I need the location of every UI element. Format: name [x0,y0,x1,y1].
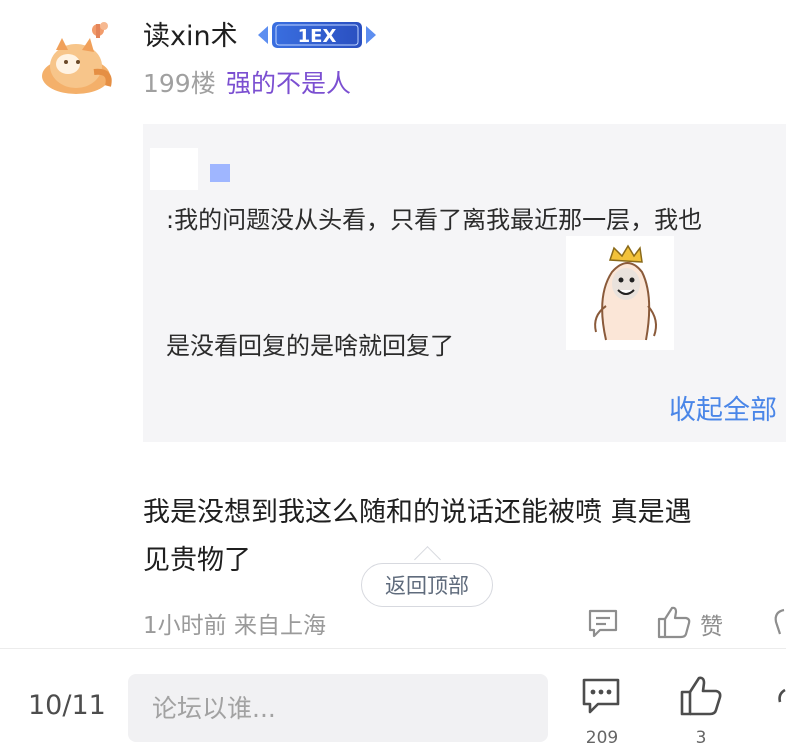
comments-icon[interactable] [580,676,622,716]
quoted-text-line-1: :我的问题没从头看，只看了离我最近那一层，我也 [166,206,703,234]
back-to-top-button[interactable]: 返回顶部 [361,563,493,607]
bottom-thumbs-up-icon[interactable] [678,674,724,718]
meme-sticker-image[interactable] [566,236,674,350]
more-options-icon[interactable] [772,604,786,640]
level-badge: 1EX [256,18,378,52]
user-avatar[interactable] [38,20,118,96]
reply-text-line-2: 见贵物了 [143,545,251,576]
comment-count: 209 [585,728,619,748]
thumbs-up-icon[interactable] [656,604,692,640]
quoted-text-line-2: 是没看回复的是啥就回复了 [166,332,454,360]
reply-comment-icon[interactable] [586,606,620,640]
collapse-all-link[interactable]: 收起全部 [669,388,777,427]
quoted-user-mark [210,164,230,182]
level-badge-text: 1EX [298,26,337,47]
user-title: 强的不是人 [226,69,352,98]
like-label[interactable]: 赞 [700,607,723,641]
like-count: 3 [695,728,707,748]
floor-number: 199楼 [143,69,216,98]
username[interactable]: 读xin术 [143,14,238,53]
post-time-location: 1小时前 来自上海 [143,613,326,639]
comment-input[interactable] [128,674,548,742]
bottom-more-icon[interactable] [776,680,786,720]
reply-text-line-1: 我是没想到我这么随和的说话还能被喷 真是遇 [143,497,692,528]
quoted-username-redacted [150,148,198,190]
page-indicator[interactable]: 10/11 [28,690,106,721]
